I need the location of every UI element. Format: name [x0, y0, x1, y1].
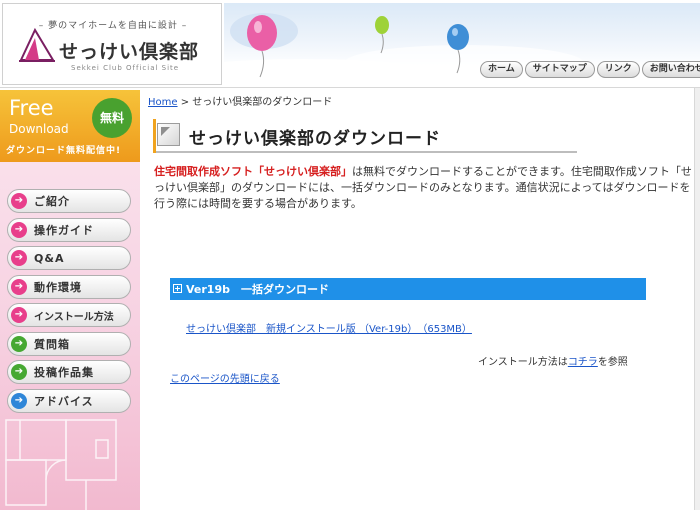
right-arrow-circle-icon: ➔	[11, 364, 27, 380]
free-download-banner[interactable]: Free Download 無料 ダウンロード無料配信中!	[0, 90, 140, 162]
sidebar-item-introduction[interactable]: ➔ ご紹介	[7, 189, 131, 213]
plus-box-icon	[173, 284, 182, 293]
sidebar-item-label: インストール方法	[34, 311, 114, 323]
breadcrumb-current: せっけい倶楽部のダウンロード	[192, 97, 333, 108]
sidebar: Free Download 無料 ダウンロード無料配信中! ➔ ご紹介 ➔ 操作…	[0, 90, 140, 510]
sidebar-item-label: アドバイス	[34, 394, 94, 408]
sidebar-item-advice[interactable]: ➔ アドバイス	[7, 388, 131, 413]
version-heading-bar[interactable]: Ver19b 一括ダウンロード	[170, 278, 646, 300]
install-note: インストール方法はコチラを参照	[478, 353, 628, 368]
sidebar-item-label: 投稿作品集	[34, 366, 94, 379]
sidebar-item-label: ご紹介	[34, 195, 70, 208]
sidebar-item-requirements[interactable]: ➔ 動作環境	[7, 274, 131, 299]
right-arrow-circle-icon: ➔	[11, 193, 27, 209]
intro-paragraph: 住宅間取作成ソフト「せっけい倶楽部」は無料でダウンロードすることができます。住宅…	[154, 164, 692, 212]
site-header: – 夢のマイホームを自由に設計 – せっけい倶楽部 Sekkei Club Of…	[0, 0, 700, 88]
download-link[interactable]: せっけい倶楽部 新規インストール版 （Ver-19b） （653MB）	[186, 320, 472, 335]
sidebar-item-guide[interactable]: ➔ 操作ガイド	[7, 217, 131, 242]
banner-subtitle: Download	[9, 122, 69, 136]
install-note-suffix: を参照	[597, 357, 628, 368]
house-logo-icon	[19, 27, 55, 62]
sidebar-item-gallery[interactable]: ➔ 投稿作品集	[7, 360, 131, 384]
page-title: せっけい倶楽部のダウンロード	[189, 129, 441, 149]
nav-sitemap[interactable]: サイトマップ	[524, 61, 595, 78]
top-navigation: ホーム サイトマップ リンク お問い合わせ	[480, 61, 700, 78]
nav-links[interactable]: リンク	[596, 61, 640, 78]
title-accent-bar	[153, 119, 156, 153]
right-arrow-circle-icon: ➔	[11, 307, 27, 323]
site-title: せっけい倶楽部	[59, 41, 200, 63]
sidebar-item-label: 操作ガイド	[34, 223, 94, 237]
blue-balloon-icon	[447, 24, 469, 50]
corner-square-icon	[157, 123, 180, 146]
pink-balloon-icon	[247, 15, 277, 51]
sidebar-item-label: Q&A	[34, 251, 65, 265]
sidebar-item-faq[interactable]: ➔ Q&A	[7, 246, 131, 270]
install-note-prefix: インストール方法は	[478, 357, 568, 368]
green-balloon-icon	[375, 16, 389, 34]
floor-plan-decoration	[5, 419, 117, 510]
right-arrow-circle-icon: ➔	[11, 221, 27, 238]
site-subtitle: Sekkei Club Official Site	[71, 64, 180, 72]
install-guide-link[interactable]: コチラ	[568, 357, 598, 368]
nav-contact[interactable]: お問い合わせ	[641, 61, 700, 78]
right-arrow-circle-icon: ➔	[11, 250, 27, 266]
page-title-bar: せっけい倶楽部のダウンロード	[153, 119, 577, 153]
side-menu: ➔ ご紹介 ➔ 操作ガイド ➔ Q&A ➔ 動作環境 ➔ インストール方法 ➔ …	[7, 189, 131, 417]
page-top-link[interactable]: このページの先頭に戻る	[170, 370, 280, 385]
right-arrow-circle-icon: ➔	[11, 392, 27, 409]
intro-highlight: 住宅間取作成ソフト「せっけい倶楽部」	[154, 165, 352, 178]
banner-title: Free	[9, 96, 54, 120]
window-edge	[694, 88, 700, 510]
site-logo[interactable]: – 夢のマイホームを自由に設計 – せっけい倶楽部 Sekkei Club Of…	[2, 3, 222, 85]
breadcrumb-separator: >	[177, 97, 193, 108]
sidebar-item-label: 質問箱	[34, 337, 70, 351]
version-heading: Ver19b 一括ダウンロード	[186, 283, 329, 296]
nav-home[interactable]: ホーム	[480, 61, 523, 78]
banner-note: ダウンロード無料配信中!	[6, 146, 122, 156]
sidebar-item-label: 動作環境	[34, 280, 82, 294]
sidebar-item-install[interactable]: ➔ インストール方法	[7, 303, 131, 327]
free-badge: 無料	[92, 98, 132, 138]
right-arrow-circle-icon: ➔	[11, 335, 27, 352]
right-arrow-circle-icon: ➔	[11, 278, 27, 295]
sidebar-item-questions[interactable]: ➔ 質問箱	[7, 331, 131, 356]
breadcrumb: Home > せっけい倶楽部のダウンロード	[148, 93, 332, 108]
breadcrumb-home-link[interactable]: Home	[148, 97, 178, 108]
